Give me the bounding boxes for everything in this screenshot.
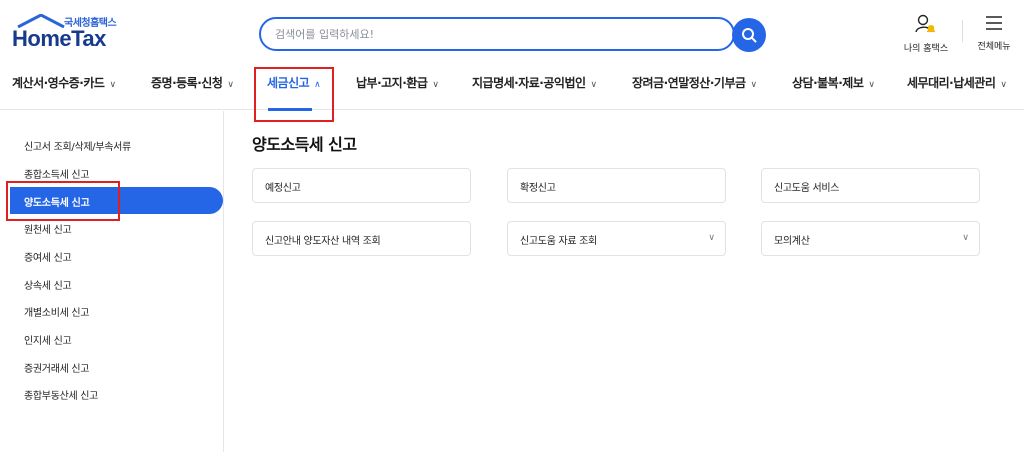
chevron-down-icon: ∨ <box>227 80 234 90</box>
util-divider <box>962 20 963 42</box>
sidebar-item-inheritance[interactable]: 상속세 신고 <box>24 277 72 292</box>
sidebar-item-property[interactable]: 종합부동산세 신고 <box>24 387 98 402</box>
chevron-down-icon: ∨ <box>708 233 715 243</box>
global-nav: 계산서·영수증·카드 ∨ 증명·등록·신청 ∨ 세금신고 ∧ 납부·고지·환급 ∨ 지급… <box>0 64 1024 110</box>
highlight-box-sidebar <box>6 181 120 221</box>
card-preliminary-return[interactable]: 예정신고 <box>252 168 471 203</box>
sidebar-item-withholding[interactable]: 원천세 신고 <box>24 221 72 236</box>
sidebar-item-excise[interactable]: 개별소비세 신고 <box>24 304 89 319</box>
search-box <box>259 17 735 51</box>
gnb-item-payment[interactable]: 납부·고지·환급 ∨ <box>356 74 439 91</box>
all-menu-label: 전체메뉴 <box>977 42 1011 52</box>
card-label: 신고도움 서비스 <box>774 183 840 194</box>
gnb-item-incentive[interactable]: 장려금·연말정산·기부금 ∨ <box>632 74 757 91</box>
card-help-data-lookup[interactable]: 신고도움 자료 조회 ∨ <box>507 221 726 256</box>
gnb-item-label: 상담·불복·제보 <box>792 76 864 90</box>
chevron-down-icon: ∨ <box>868 80 875 90</box>
sidebar-item-stamp-tax[interactable]: 인지세 신고 <box>24 332 72 347</box>
chevron-down-icon: ∨ <box>590 80 598 90</box>
gnb-item-label: 장려금·연말정산·기부금 <box>632 76 746 90</box>
chevron-down-icon: ∨ <box>432 80 439 90</box>
chevron-down-icon: ∨ <box>1000 80 1007 90</box>
highlight-box-gnb <box>254 67 334 122</box>
gnb-item-statement[interactable]: 지급명세·자료·공익법인 ∨ <box>472 74 597 91</box>
sidebar-item-securities[interactable]: 증권거래세 신고 <box>24 360 89 375</box>
chevron-down-icon: ∨ <box>962 233 969 243</box>
gnb-item-invoice[interactable]: 계산서·영수증·카드 ∨ <box>12 74 116 91</box>
card-label: 예정신고 <box>265 183 301 194</box>
card-label: 신고안내 양도자산 내역 조회 <box>265 236 381 247</box>
card-help-service[interactable]: 신고도움 서비스 <box>761 168 980 203</box>
user-bell-icon <box>915 14 935 33</box>
sidebar-item-return-lookup[interactable]: 신고서 조회/삭제/부속서류 <box>24 138 131 153</box>
gnb-item-label: 지급명세·자료·공익법인 <box>472 76 586 90</box>
gnb-item-label: 계산서·영수증·카드 <box>12 76 105 90</box>
gnb-item-label: 증명·등록·신청 <box>151 76 223 90</box>
chevron-down-icon: ∨ <box>109 80 116 90</box>
search-input[interactable] <box>275 19 715 49</box>
gnb-item-agent[interactable]: 세무대리·납세관리 ∨ <box>907 74 1007 91</box>
card-label: 모의계산 <box>774 236 810 247</box>
card-asset-lookup[interactable]: 신고안내 양도자산 내역 조회 <box>252 221 471 256</box>
hamburger-icon <box>986 16 1002 30</box>
all-menu-button[interactable]: 전체메뉴 <box>972 14 1016 52</box>
my-hometax-label: 나의 홈택스 <box>903 44 949 54</box>
gnb-item-label: 납부·고지·환급 <box>356 76 428 90</box>
my-hometax-button[interactable]: 나의 홈택스 <box>900 14 952 54</box>
card-simulation[interactable]: 모의계산 ∨ <box>761 221 980 256</box>
gnb-item-consult[interactable]: 상담·불복·제보 ∨ <box>792 74 875 91</box>
gnb-item-certificate[interactable]: 증명·등록·신청 ∨ <box>151 74 234 91</box>
page-title: 양도소득세 신고 <box>252 135 357 154</box>
search-icon <box>742 28 757 43</box>
chevron-down-icon: ∨ <box>750 80 758 90</box>
gnb-item-label: 세무대리·납세관리 <box>907 76 996 90</box>
sidebar-item-gift-tax[interactable]: 증여세 신고 <box>24 249 72 264</box>
hometax-logo[interactable]: 국세청홈택스 HomeTax <box>12 14 132 54</box>
card-label: 확정신고 <box>520 183 556 194</box>
logo-title: HomeTax <box>12 26 106 51</box>
header: 국세청홈택스 HomeTax 나의 홈택스 전체메뉴 <box>0 0 1024 64</box>
card-label: 신고도움 자료 조회 <box>520 236 597 247</box>
sidebar-item-income-tax[interactable]: 종합소득세 신고 <box>24 166 89 181</box>
search-button[interactable] <box>732 18 766 52</box>
card-final-return[interactable]: 확정신고 <box>507 168 726 203</box>
